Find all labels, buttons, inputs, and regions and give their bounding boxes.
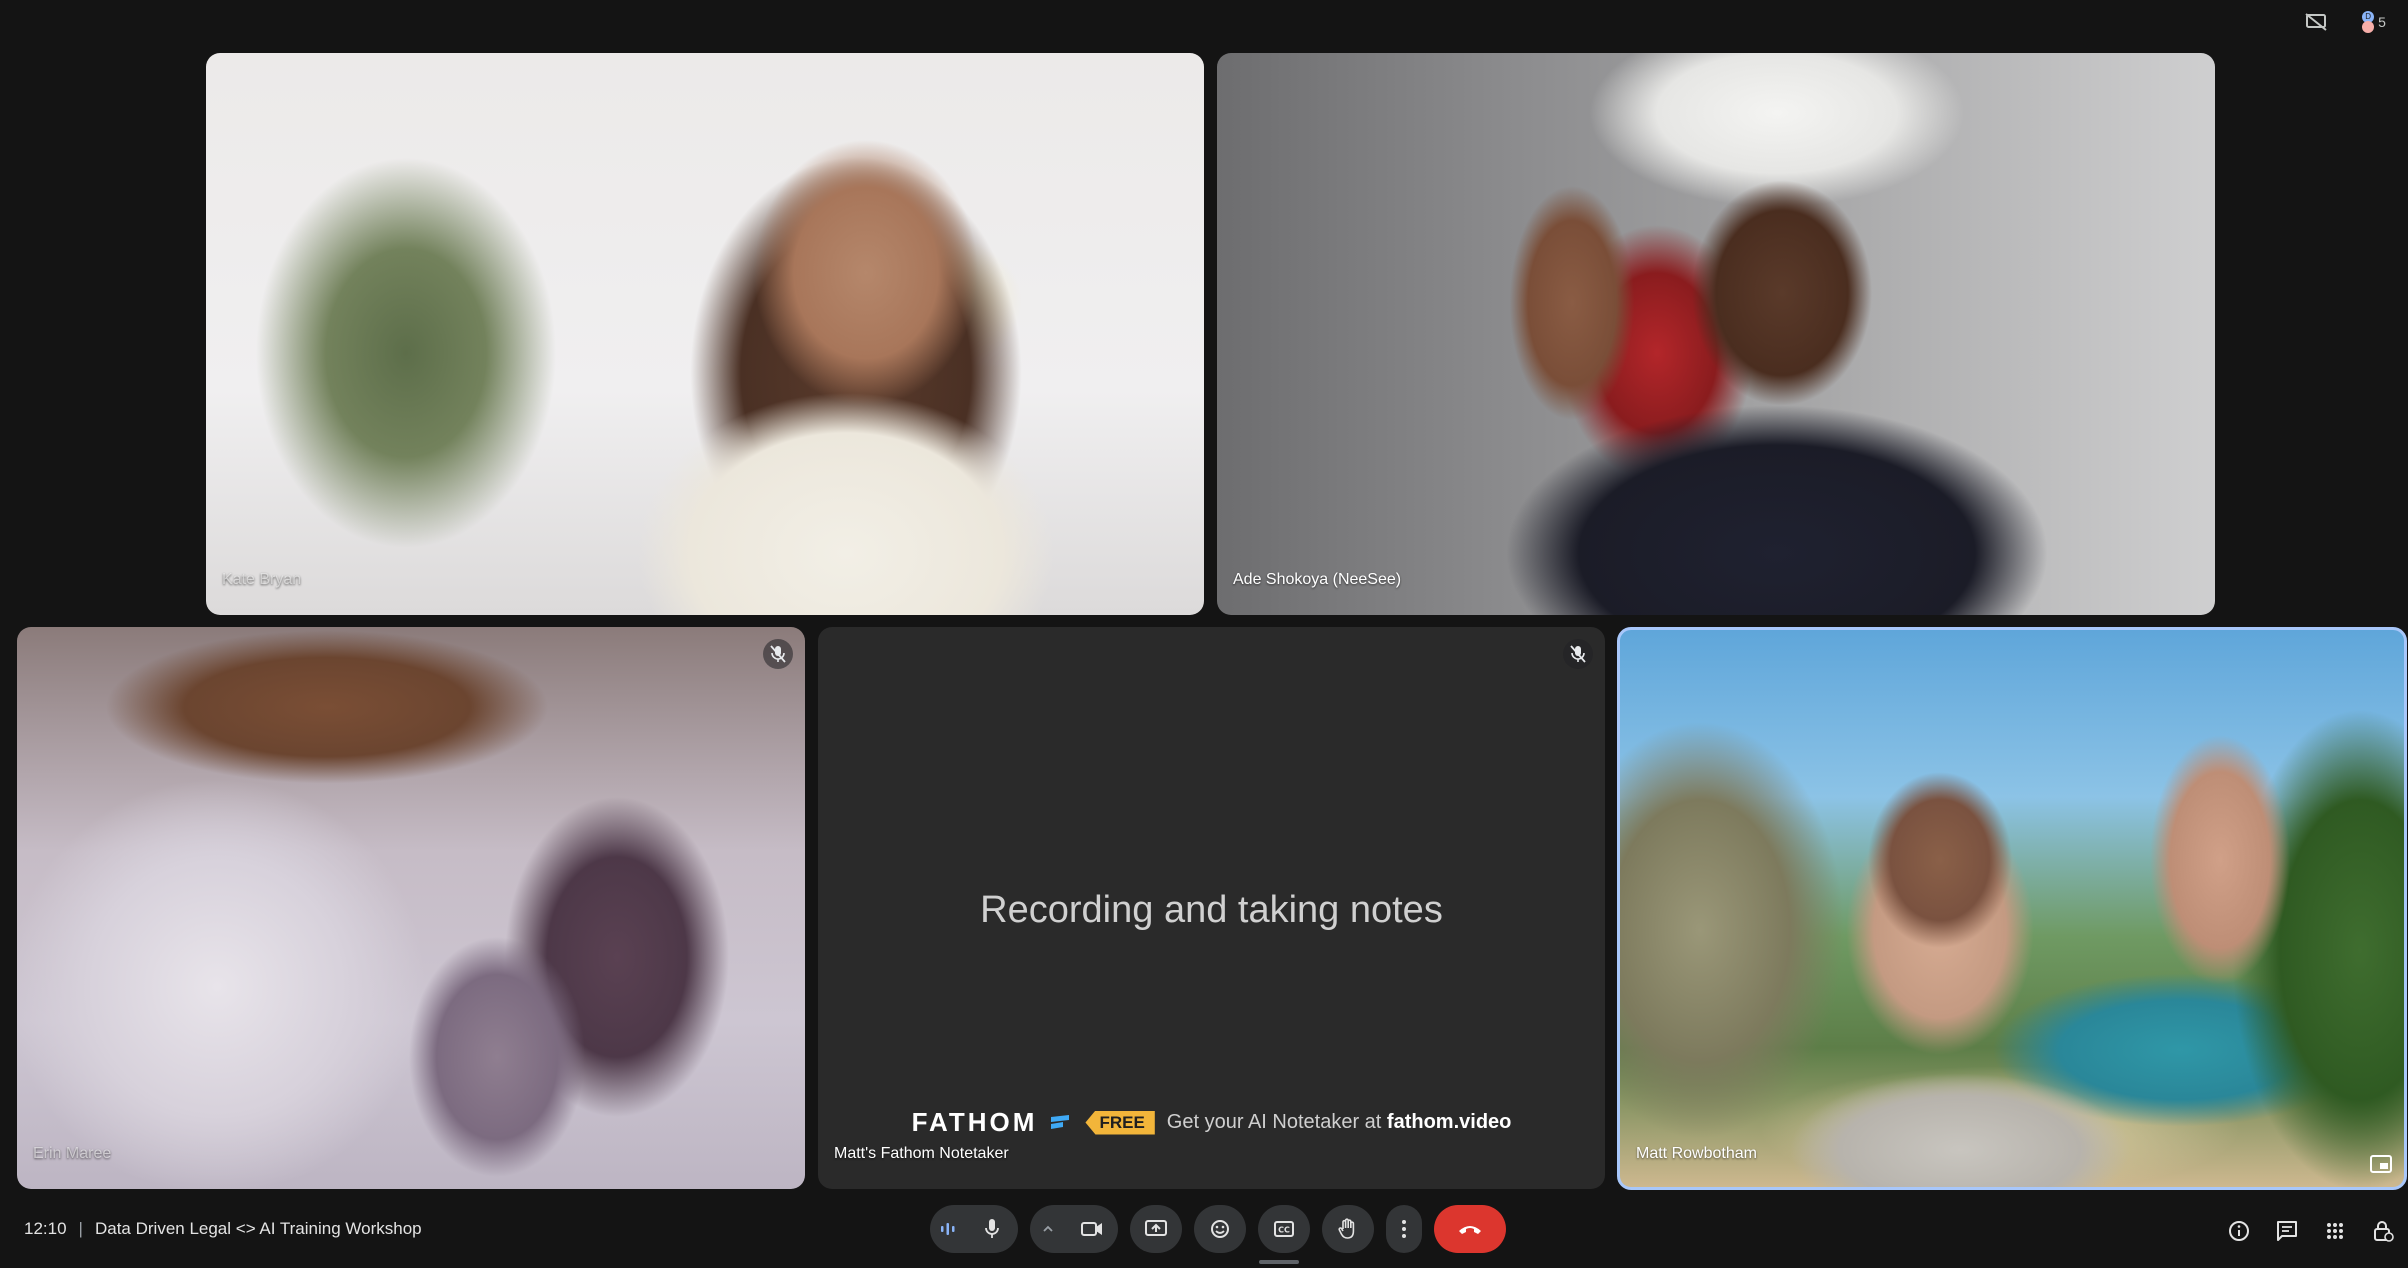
participant-name: Matt's Fathom Notetaker	[834, 1145, 1009, 1162]
info-icon	[2229, 1221, 2249, 1241]
avatar	[2362, 21, 2375, 33]
raise-hand-button[interactable]	[1322, 1205, 1374, 1253]
screen-share-off-icon	[2305, 13, 2327, 31]
emoji-reaction-button[interactable]	[1194, 1205, 1246, 1253]
raise-hand-icon	[1338, 1218, 1355, 1239]
chevron-up-icon	[1043, 1225, 1053, 1232]
mic-off-indicator	[1563, 639, 1593, 669]
host-controls-button[interactable]	[2366, 1214, 2400, 1248]
more-options-icon	[1402, 1220, 1406, 1238]
mic-icon	[985, 1219, 999, 1238]
fathom-logo: FATHOM	[911, 1107, 1038, 1137]
camera-control-group	[1030, 1205, 1118, 1253]
screen-share-off-indicator[interactable]	[2296, 6, 2336, 38]
activities-button[interactable]	[2318, 1214, 2352, 1248]
svg-text:CC: CC	[1278, 1226, 1290, 1235]
camera-options-button[interactable]	[1030, 1205, 1066, 1253]
participant-tile-erin-maree[interactable]: Erin Maree	[17, 627, 805, 1189]
meet-window: D 5 Kate Bryan Ade Shokoya (NeeSee) Erin…	[0, 0, 2408, 1268]
end-call-button[interactable]	[1434, 1205, 1506, 1253]
promo-link[interactable]: fathom.video	[1387, 1111, 1511, 1133]
divider: |	[78, 1219, 83, 1238]
free-badge: FREE	[1085, 1110, 1155, 1135]
participant-name: Ade Shokoya (NeeSee)	[1233, 571, 1402, 588]
audio-settings-button[interactable]	[930, 1205, 966, 1253]
participant-tile-fathom-notetaker[interactable]: Recording and taking notes FATHOM FREE G…	[818, 627, 1605, 1189]
participant-name: Kate Bryan	[222, 571, 302, 588]
activities-icon	[2327, 1223, 2343, 1239]
fathom-promo-text: Get your AI Notetaker at fathom.video	[1167, 1111, 1512, 1134]
participant-tile-matt-rowbotham[interactable]: Matt Rowbotham	[1617, 627, 2407, 1190]
mic-control-group	[930, 1205, 1018, 1253]
mic-off-icon	[770, 645, 786, 663]
fathom-promo-banner: FATHOM FREE Get your AI Notetaker at fat…	[818, 1107, 1605, 1138]
chat-icon	[2277, 1221, 2297, 1241]
captions-icon: CC	[1274, 1221, 1294, 1237]
captions-button[interactable]: CC	[1258, 1205, 1310, 1253]
present-screen-icon	[1145, 1220, 1167, 1236]
meeting-info: 12:10 | Data Driven Legal <> AI Training…	[24, 1219, 422, 1239]
camera-icon	[1081, 1222, 1102, 1236]
mic-toggle-button[interactable]	[966, 1205, 1018, 1253]
call-controls: CC	[930, 1205, 1506, 1253]
fathom-mark-icon	[1051, 1114, 1070, 1129]
meeting-time: 12:10	[24, 1219, 67, 1238]
side-panel-controls	[2222, 1214, 2400, 1248]
host-controls-icon	[2374, 1221, 2394, 1242]
picture-in-picture-icon[interactable]	[2370, 1155, 2392, 1173]
participant-count: 5	[2378, 14, 2386, 30]
end-call-icon	[1459, 1226, 1481, 1234]
meeting-details-button[interactable]	[2222, 1214, 2256, 1248]
participants-indicator[interactable]: D 5	[2354, 6, 2394, 38]
meeting-title: Data Driven Legal <> AI Training Worksho…	[94, 1219, 422, 1238]
emoji-icon	[1211, 1220, 1229, 1238]
mic-off-indicator	[763, 639, 793, 669]
participant-avatars: D	[2362, 11, 2375, 33]
recording-status-text: Recording and taking notes	[980, 889, 1443, 931]
participant-name: Erin Maree	[33, 1145, 112, 1162]
camera-toggle-button[interactable]	[1066, 1205, 1118, 1253]
participant-name: Matt Rowbotham	[1636, 1145, 1757, 1162]
top-indicators: D 5	[2296, 6, 2394, 38]
participant-tile-ade-shokoya[interactable]: Ade Shokoya (NeeSee)	[1217, 53, 2215, 615]
mic-off-icon	[1570, 645, 1586, 663]
present-screen-button[interactable]	[1130, 1205, 1182, 1253]
more-options-button[interactable]	[1386, 1205, 1422, 1253]
controls-drag-handle[interactable]	[1259, 1260, 1299, 1264]
audio-levels-icon	[941, 1223, 955, 1235]
promo-prefix: Get your AI Notetaker at	[1166, 1111, 1382, 1133]
participant-tile-kate-bryan[interactable]: Kate Bryan	[206, 53, 1204, 615]
chat-button[interactable]	[2270, 1214, 2304, 1248]
